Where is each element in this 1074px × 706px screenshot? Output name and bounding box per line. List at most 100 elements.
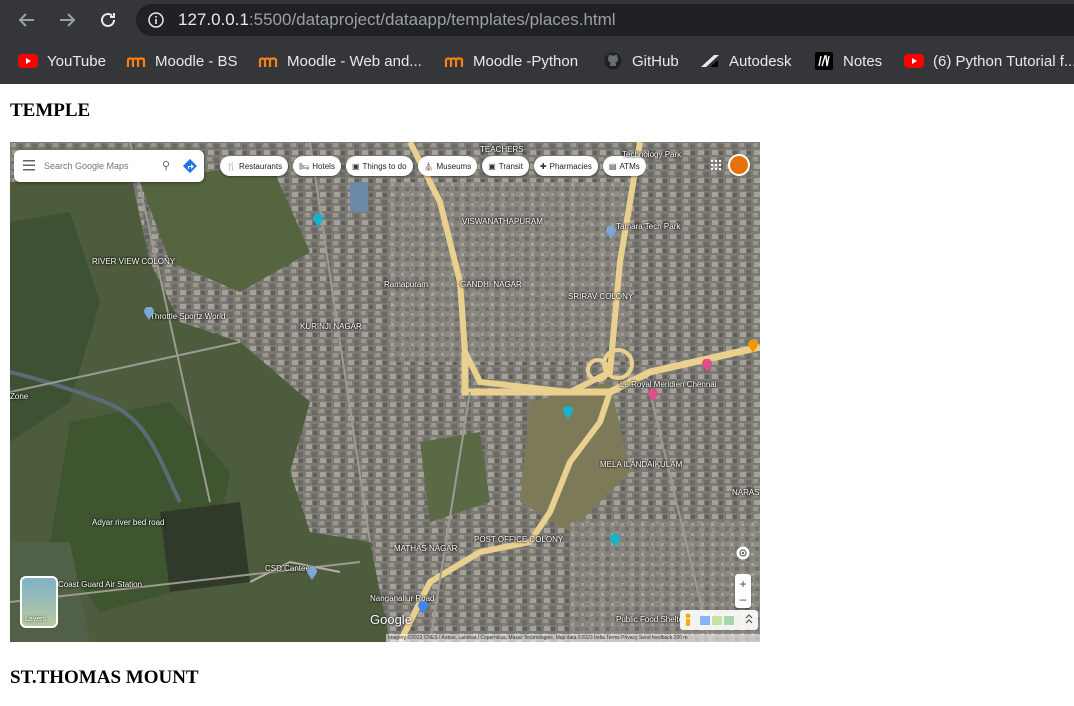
map-pin-icon[interactable]	[144, 307, 154, 320]
url-path: :5500/dataproject/dataapp/templates/plac…	[248, 10, 616, 29]
map-pin-icon[interactable]	[702, 359, 712, 372]
apps-grid-icon[interactable]	[710, 159, 722, 171]
bookmark-moodle-python[interactable]: Moodle -Python	[444, 50, 578, 72]
map-pin-icon[interactable]	[606, 226, 616, 239]
reload-button[interactable]	[96, 8, 120, 32]
pegman-icon	[685, 613, 753, 626]
map-label: MATHAS NAGAR	[394, 544, 458, 553]
map-label: KURINJI NAGAR	[300, 322, 362, 331]
reload-icon	[101, 12, 115, 27]
camera-icon: ▣	[351, 161, 360, 171]
bookmark-label: Moodle - Web and...	[287, 52, 422, 70]
map-search-input[interactable]	[44, 158, 154, 174]
browser-toolbar: 127.0.0.1:5500/dataproject/dataapp/templ…	[0, 0, 1074, 40]
bookmark-label: Notes	[843, 52, 883, 70]
bookmark-moodle-web[interactable]: Moodle - Web and...	[258, 50, 422, 72]
arrow-left-icon	[18, 13, 34, 27]
map-label: Throttle Sportz World	[150, 312, 226, 321]
forward-button[interactable]	[55, 8, 79, 32]
map-category-chips: 🍴 Restaurants 🛏 Hotels ▣ Things to do ⛪ Muse…	[220, 156, 646, 176]
atm-icon: ▤	[608, 161, 617, 171]
map-label: Technology Park	[622, 150, 682, 159]
menu-icon[interactable]	[23, 160, 35, 171]
chip-pharmacies[interactable]: ✚ Pharmacies	[533, 156, 598, 176]
street-view-control[interactable]	[680, 610, 758, 630]
zoom-control: + –	[735, 574, 751, 608]
my-location-icon[interactable]	[736, 546, 750, 560]
map-label: POST OFFICE COLONY	[474, 535, 564, 544]
chip-restaurants[interactable]: 🍴 Restaurants	[220, 156, 289, 176]
map-label: VISWANATHAPURAM	[462, 217, 543, 226]
bookmark-label: Moodle -Python	[473, 52, 579, 70]
bookmark-label: GitHub	[632, 52, 679, 70]
transit-icon: ▣	[488, 161, 496, 171]
bookmark-notes[interactable]: Notes	[814, 50, 882, 72]
chip-label: Transit	[498, 161, 523, 171]
museum-icon: ⛪	[423, 161, 434, 171]
autodesk-icon	[700, 51, 720, 71]
map-label: Le Royal Meridien Chennai	[620, 380, 717, 389]
search-icon[interactable]: ⚲	[162, 159, 170, 172]
chip-label: Pharmacies	[549, 161, 592, 171]
info-icon[interactable]	[148, 12, 164, 28]
page-heading-temple: TEMPLE	[10, 100, 91, 121]
bookmark-github[interactable]: GitHub	[603, 50, 679, 72]
directions-icon[interactable]	[182, 158, 198, 174]
map-pin-icon[interactable]	[648, 389, 658, 402]
zoom-out-button[interactable]: –	[735, 593, 751, 608]
moodle-icon	[444, 51, 464, 71]
embedded-map[interactable]: ⚲ 🍴Restaurants 🛏Hotels ▣Things to do ⛪Mu…	[10, 142, 760, 642]
bookmark-label: (6) Python Tutorial f...	[933, 52, 1074, 70]
map-label: RIVER VIEW COLONY	[92, 257, 176, 266]
bookmark-autodesk[interactable]: Autodesk	[700, 50, 792, 72]
map-label: GANDHI NAGAR	[460, 280, 522, 289]
arrow-right-icon	[60, 13, 76, 27]
map-pin-icon[interactable]	[307, 567, 317, 580]
url-text[interactable]: 127.0.0.1:5500/dataproject/dataapp/templ…	[178, 10, 616, 30]
map-label: MELA ILANDAIKULAM	[600, 460, 683, 469]
layers-button[interactable]: Layers	[20, 576, 58, 628]
chip-label: ATMs	[619, 161, 640, 171]
chip-label: Hotels	[312, 161, 335, 171]
notes-icon	[814, 51, 834, 71]
zoom-in-button[interactable]: +	[735, 574, 751, 594]
map-attribution: Imagery ©2023 CNES / Airbus, Landsat / C…	[386, 634, 760, 642]
chip-hotels[interactable]: 🛏 Hotels	[293, 156, 341, 176]
map-pin-icon[interactable]	[563, 406, 573, 419]
map-label: Adyar river bed road	[92, 518, 165, 527]
chip-museums[interactable]: ⛪ Museums	[417, 156, 478, 176]
map-label: Ramapuram	[384, 280, 429, 289]
chip-atms[interactable]: ▤ ATMs	[602, 156, 646, 176]
chip-transit[interactable]: ▣ Transit	[482, 156, 529, 176]
chip-label: Museums	[436, 161, 472, 171]
bookmark-label: Moodle - BS	[155, 52, 238, 70]
chip-label: Restaurants	[238, 161, 283, 171]
bookmark-youtube[interactable]: YouTube	[18, 50, 106, 72]
url-host: 127.0.0.1	[178, 10, 249, 29]
layers-label: Layers	[25, 616, 47, 623]
bookmark-python-tutorial[interactable]: (6) Python Tutorial f...	[904, 50, 1074, 72]
bookmark-label: Autodesk	[729, 52, 792, 70]
map-label: Tamara Tech Park	[616, 222, 681, 231]
map-pin-icon[interactable]	[748, 340, 758, 353]
github-icon	[603, 51, 623, 71]
address-bar[interactable]: 127.0.0.1:5500/dataproject/dataapp/templ…	[136, 4, 1074, 36]
map-pin-icon[interactable]	[313, 214, 323, 227]
moodle-icon	[258, 51, 278, 71]
account-avatar[interactable]	[728, 154, 750, 176]
map-label: TEACHERS	[480, 145, 524, 154]
map-label: Coast Guard Air Station	[58, 580, 143, 589]
moodle-icon	[126, 51, 146, 71]
pharmacy-icon: ✚	[539, 161, 547, 171]
map-search-box: ⚲	[14, 150, 204, 182]
chip-things-to-do[interactable]: ▣ Things to do	[345, 156, 413, 176]
map-pin-icon[interactable]	[610, 534, 620, 547]
map-label: NARAS COLO	[732, 488, 760, 497]
page-heading-st-thomas-mount: ST.THOMAS MOUNT	[10, 667, 199, 688]
restaurant-icon: 🍴	[226, 161, 236, 171]
youtube-icon	[18, 51, 38, 71]
map-label: Zone	[10, 392, 29, 401]
back-button[interactable]	[15, 8, 39, 32]
bookmark-moodle-bs[interactable]: Moodle - BS	[126, 50, 238, 72]
map-pin-icon[interactable]	[418, 601, 428, 614]
